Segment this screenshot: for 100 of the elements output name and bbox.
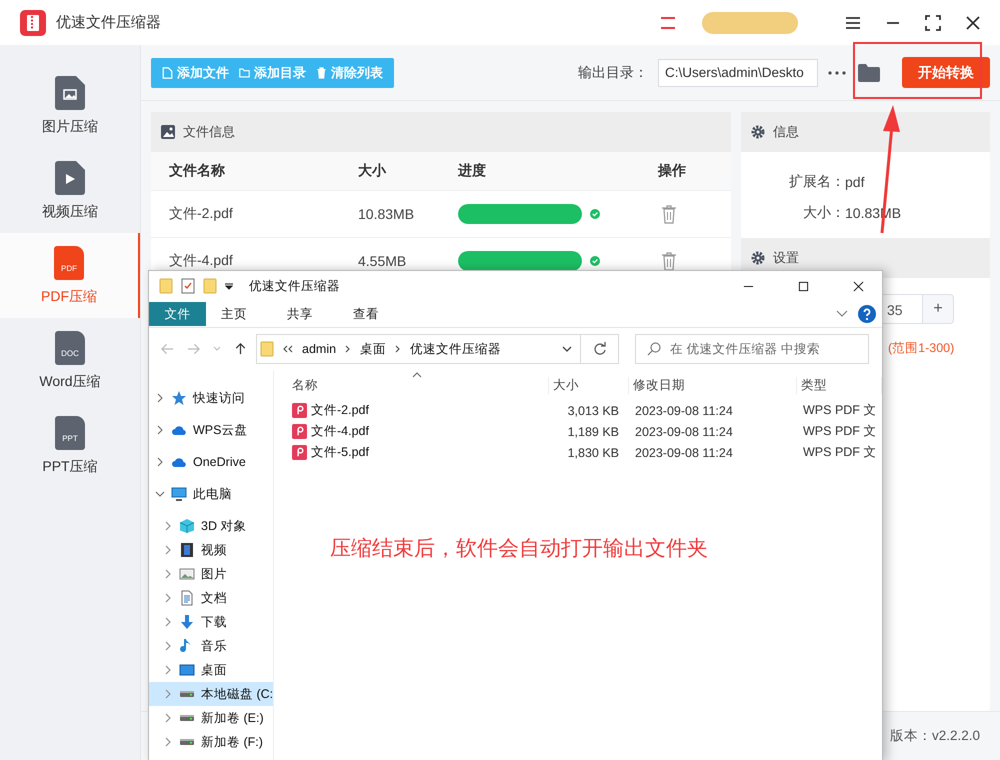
- ribbon-tab[interactable]: 主页: [206, 302, 262, 326]
- ribbon-tab[interactable]: 查看: [338, 302, 394, 326]
- pdf-file-icon: [292, 445, 307, 460]
- tree-item[interactable]: WPS云盘: [149, 418, 273, 442]
- check-icon: [590, 209, 600, 219]
- chevron-icon[interactable]: [155, 425, 165, 435]
- annotation-text: 压缩结束后，软件会自动打开输出文件夹: [330, 536, 708, 562]
- image-icon: [161, 125, 175, 139]
- drive-icon: [179, 715, 195, 721]
- search-icon: [647, 342, 661, 356]
- file-name: 文件-2.pdf: [169, 205, 234, 223]
- chevron-icon[interactable]: [562, 346, 572, 352]
- monitor-icon: [171, 486, 187, 502]
- trash-icon[interactable]: [661, 204, 677, 224]
- tree-item[interactable]: 图片: [149, 562, 273, 586]
- file-row[interactable]: 文件-5.pdf 1,830 KB 2023-09-08 11:24 WPS PDF 文: [274, 442, 882, 463]
- file-type: WPS PDF 文: [802, 423, 878, 440]
- sidebar-item[interactable]: 图片压缩: [0, 63, 140, 148]
- file-date: 2023-09-08 11:24: [634, 404, 734, 418]
- video-file-icon: [55, 160, 85, 194]
- output-path-field[interactable]: C:\Users\admin\Deskto: [658, 58, 818, 86]
- file-size: 10.83MB: [358, 206, 416, 222]
- cube-icon: [179, 518, 195, 534]
- properties-icon[interactable]: [181, 278, 195, 294]
- column-header: 大小: [358, 162, 388, 180]
- column-header[interactable]: 名称: [292, 376, 549, 394]
- tree-item[interactable]: 文档: [149, 586, 273, 610]
- search-field[interactable]: 在 优速文件压缩器 中搜索: [635, 334, 869, 364]
- pill-badge-icon: [702, 12, 798, 34]
- fullscreen-icon[interactable]: [924, 14, 942, 32]
- ribbon-tab[interactable]: 文件: [149, 302, 206, 326]
- field-label: 大小：: [802, 204, 845, 222]
- tree-item[interactable]: 3D 对象: [149, 514, 273, 538]
- file-date: 2023-09-08 11:24: [634, 424, 734, 438]
- tree-item[interactable]: 快速访问: [149, 386, 273, 410]
- file-name: 文件-4.pdf: [169, 252, 234, 270]
- breadcrumb-link[interactable]: 桌面: [360, 340, 386, 358]
- pdf-file-icon: [292, 403, 307, 418]
- chevron-icon[interactable]: [155, 457, 165, 467]
- chevron-icon[interactable]: [155, 393, 165, 403]
- app-logo-icon: [20, 10, 46, 36]
- sidebar-item[interactable]: DOC Word压缩: [0, 318, 140, 403]
- drive-icon: [179, 739, 195, 745]
- close-icon[interactable]: [964, 14, 982, 32]
- tree-item[interactable]: 音乐: [149, 634, 273, 658]
- chevron-icon: [345, 345, 352, 353]
- refresh-button[interactable]: [581, 334, 619, 364]
- file-name: 文件-4.pdf: [311, 423, 369, 440]
- tree-item[interactable]: 新加卷 (E:): [149, 706, 273, 730]
- maximize-icon[interactable]: [798, 280, 809, 292]
- more-icon[interactable]: [828, 70, 846, 74]
- up-arrow-icon[interactable]: [234, 343, 247, 355]
- tree-item[interactable]: 视频: [149, 538, 273, 562]
- tree-item[interactable]: 下载: [149, 610, 273, 634]
- column-header[interactable]: 大小: [549, 376, 629, 394]
- document-icon: PDF: [54, 246, 84, 280]
- help-icon[interactable]: [858, 305, 876, 323]
- dropdown-icon[interactable]: [225, 282, 233, 290]
- file-type: WPS PDF 文: [802, 444, 878, 461]
- file-row[interactable]: 文件-4.pdf 1,189 KB 2023-09-08 11:24 WPS PDF 文: [274, 421, 882, 442]
- column-header[interactable]: 类型: [797, 376, 882, 394]
- folder-icon: [260, 341, 274, 357]
- double-chevron-icon[interactable]: [283, 345, 293, 353]
- film-icon: [179, 542, 195, 558]
- version-label: 版本：v2.2.2.0: [890, 727, 980, 745]
- close-icon[interactable]: [853, 280, 864, 292]
- tree-item[interactable]: 新加卷 (F:): [149, 730, 273, 754]
- file-name: 文件-5.pdf: [311, 444, 369, 461]
- column-header[interactable]: 修改日期: [629, 376, 797, 394]
- folder-icon[interactable]: [858, 64, 880, 82]
- sidebar-item[interactable]: PDF PDF压缩: [0, 233, 140, 318]
- file-row[interactable]: 文件-2.pdf 3,013 KB 2023-09-08 11:24 WPS PDF 文: [274, 400, 882, 421]
- chevron-icon: [395, 345, 402, 353]
- chevron-icon[interactable]: [836, 310, 848, 318]
- file-size: 4.55MB: [358, 253, 408, 269]
- breadcrumb-link[interactable]: admin: [302, 342, 336, 356]
- sidebar-item[interactable]: 视频压缩: [0, 148, 140, 233]
- document-icon: PPT: [55, 416, 85, 450]
- document-icon: [179, 590, 195, 606]
- breadcrumb-link[interactable]: 优速文件压缩器: [410, 340, 502, 358]
- sidebar-item[interactable]: PPT PPT压缩: [0, 403, 140, 488]
- file-size: 3,013 KB: [566, 404, 620, 418]
- file-date: 2023-09-08 11:24: [634, 446, 734, 460]
- increment-button[interactable]: +: [922, 294, 954, 324]
- tree-item[interactable]: 此电脑: [149, 482, 273, 506]
- file-size: 1,830 KB: [566, 446, 620, 460]
- window-title: 优速文件压缩器: [249, 278, 341, 294]
- lines-icon: [660, 14, 676, 30]
- start-button[interactable]: 开始转换: [902, 57, 990, 88]
- sort-caret-icon: [412, 372, 422, 378]
- tree-item[interactable]: 桌面: [149, 658, 273, 682]
- range-hint: (范围1-300): [888, 340, 956, 357]
- trash-icon: [316, 66, 327, 78]
- tree-item[interactable]: OneDrive: [149, 450, 273, 474]
- trash-icon[interactable]: [661, 251, 677, 271]
- field-label: 扩展名：: [788, 172, 845, 190]
- star-icon: [171, 390, 187, 406]
- ribbon-tab[interactable]: 共享: [272, 302, 328, 326]
- chevron-icon[interactable]: [155, 489, 165, 499]
- tree-item[interactable]: 本地磁盘 (C:: [149, 682, 273, 706]
